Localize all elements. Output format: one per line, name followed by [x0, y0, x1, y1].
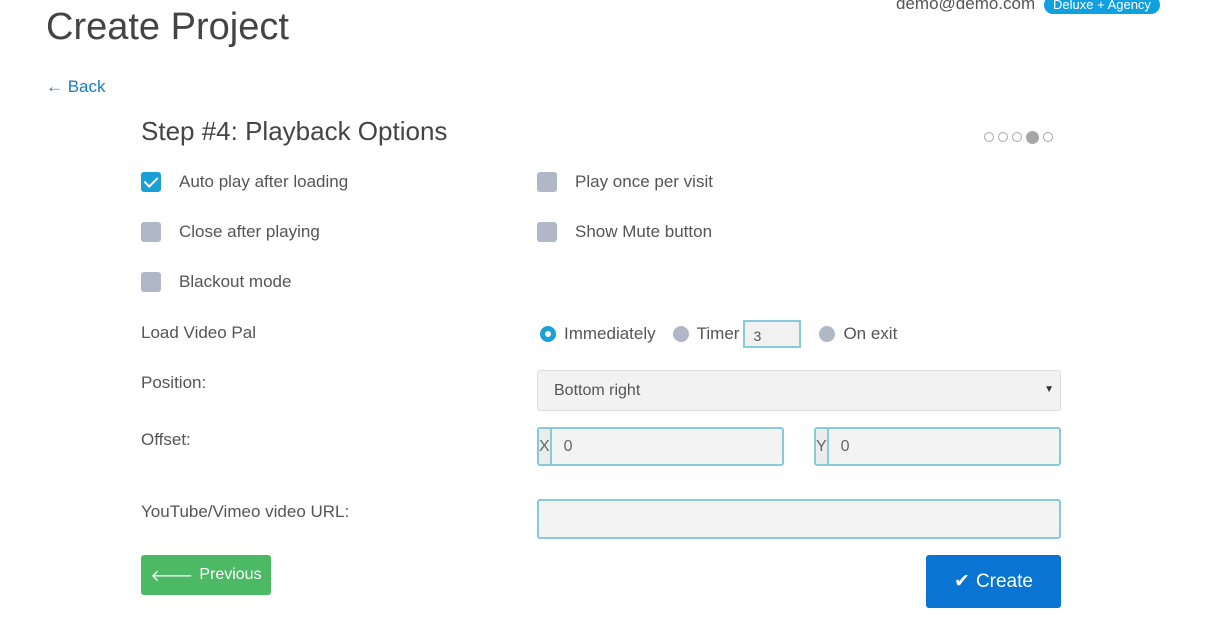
position-select[interactable]: Bottom right ▼ [537, 370, 1061, 411]
checkbox-close-after[interactable]: Close after playing [141, 222, 320, 242]
video-url-input[interactable] [539, 501, 1059, 537]
page-title: Create Project [46, 6, 289, 48]
offset-y-input[interactable] [828, 429, 1060, 464]
user-email: demo@demo.com [896, 0, 1036, 13]
step-dot-5[interactable] [1043, 132, 1053, 142]
offset-x-input[interactable] [551, 429, 783, 464]
video-url-field[interactable] [537, 499, 1061, 539]
checkbox-play-once[interactable]: Play once per visit [537, 172, 713, 192]
position-value: Bottom right [554, 382, 641, 399]
step-dot-4[interactable] [1026, 130, 1039, 144]
radio-label: Timer [696, 324, 740, 343]
radio-selected-icon[interactable] [540, 326, 556, 342]
radio-immediately[interactable]: Immediately [540, 324, 656, 344]
radio-label: Immediately [564, 324, 656, 343]
radio-icon[interactable] [819, 326, 836, 342]
step-dot-2[interactable] [998, 132, 1008, 142]
radio-timer[interactable]: Timer [672, 324, 740, 344]
checkmark-icon: ✔ [954, 571, 970, 592]
arrow-left-icon: 🡐 [150, 567, 194, 585]
back-link[interactable]: ← Back [46, 77, 106, 97]
checkbox-icon[interactable] [537, 222, 557, 242]
step-dot-1[interactable] [984, 132, 994, 142]
checkbox-label: Close after playing [179, 222, 320, 241]
checkbox-label: Play once per visit [575, 172, 713, 191]
step-dot-3[interactable] [1012, 132, 1022, 142]
load-label: Load Video Pal [141, 323, 257, 342]
previous-label: Previous [199, 566, 262, 583]
create-button[interactable]: ✔ Create [926, 555, 1061, 608]
offset-y-group: Y [814, 427, 1061, 466]
create-label: Create [975, 570, 1033, 592]
step-indicator [984, 130, 1053, 144]
x-addon: X [539, 429, 552, 464]
timer-input[interactable]: 3 [743, 320, 802, 348]
step-title: Step #4: Playback Options [141, 116, 448, 146]
checkbox-label: Auto play after loading [179, 172, 349, 191]
checkbox-blackout[interactable]: Blackout mode [141, 272, 291, 292]
video-url-label: YouTube/Vimeo video URL: [141, 502, 350, 521]
offset-label: Offset: [141, 430, 191, 449]
checkbox-icon[interactable] [537, 172, 557, 192]
checkbox-label: Show Mute button [575, 222, 713, 241]
offset-x-group: X [537, 427, 784, 466]
checkbox-label: Blackout mode [179, 272, 292, 291]
position-label: Position: [141, 373, 207, 392]
plan-badge: Deluxe + Agency [1044, 0, 1160, 14]
y-addon: Y [816, 429, 829, 464]
checkbox-show-mute[interactable]: Show Mute button [537, 222, 712, 242]
radio-on-exit[interactable]: On exit [819, 324, 897, 344]
checkbox-icon[interactable] [141, 272, 161, 292]
radio-icon[interactable] [672, 326, 689, 342]
caret-down-icon: ▼ [1044, 384, 1054, 395]
checkbox-icon[interactable] [141, 222, 161, 242]
radio-label: On exit [843, 324, 898, 343]
previous-button[interactable]: 🡐 Previous [141, 555, 271, 595]
checkbox-auto-play[interactable]: Auto play after loading [141, 172, 348, 192]
checkbox-checked-icon[interactable] [141, 172, 161, 192]
radio-group-load: Immediately Timer 3 On exit [540, 319, 897, 349]
